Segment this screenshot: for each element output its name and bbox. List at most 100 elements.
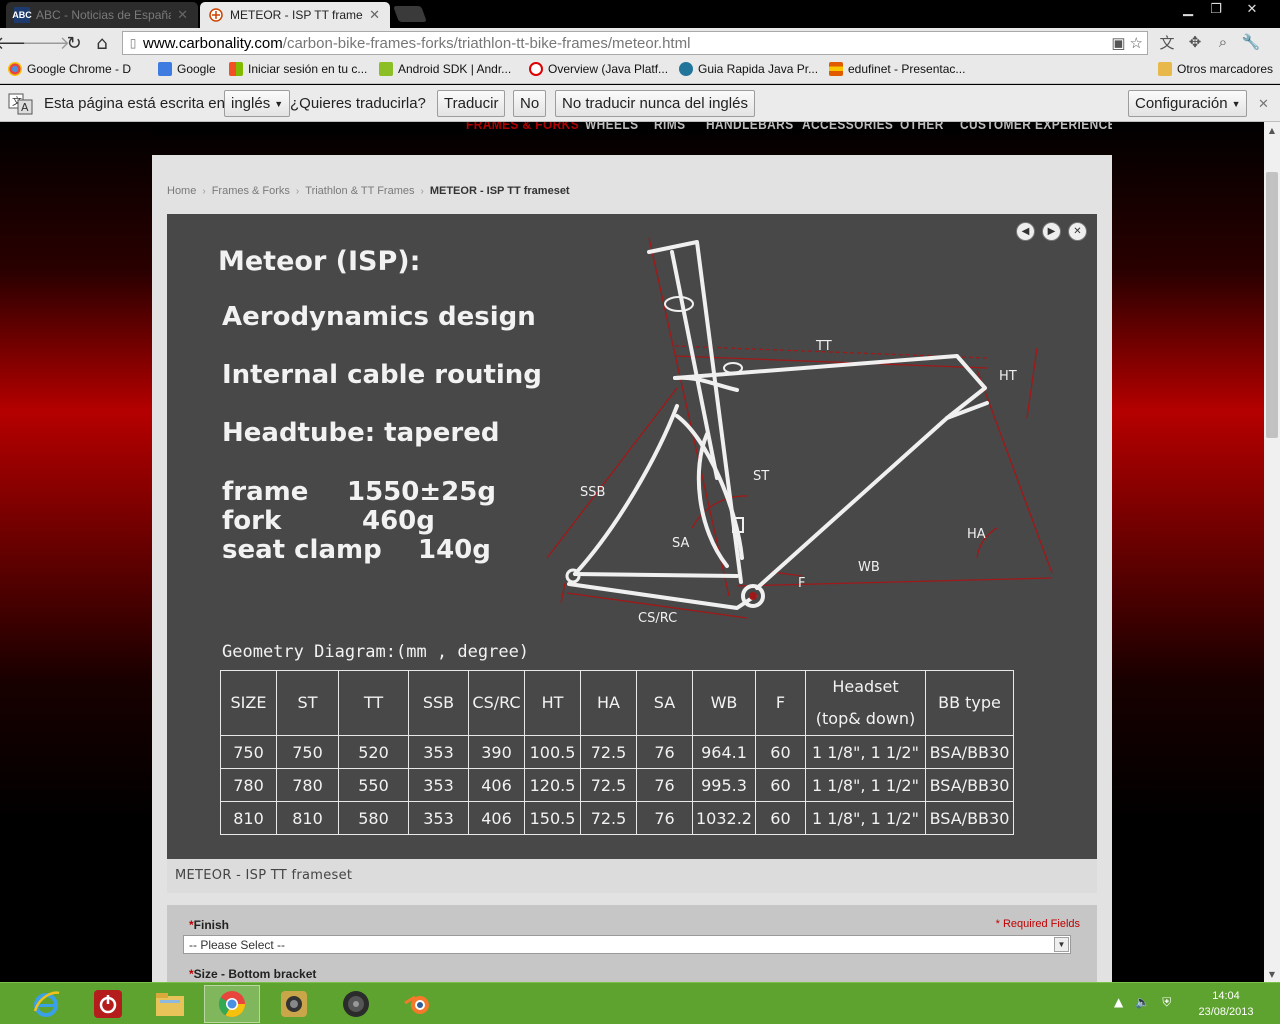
finish-select[interactable]: -- Please Select -- ▼ — [183, 935, 1071, 954]
bookmark-item[interactable]: Google Chrome - D — [8, 62, 131, 76]
search-icon[interactable]: ⌕ — [1212, 31, 1234, 53]
other-bookmarks[interactable]: Otros marcadores — [1158, 62, 1273, 76]
volume-icon[interactable]: 🔈 — [1135, 995, 1150, 1010]
tab-abc[interactable]: ABC ABC - Noticias de España ✕ — [6, 2, 198, 28]
no-translate-button[interactable]: No — [513, 90, 547, 117]
scroll-up-icon[interactable]: ▲ — [1264, 122, 1280, 138]
microsoft-icon — [229, 62, 243, 76]
bookmark-item[interactable]: Overview (Java Platf... — [529, 62, 668, 76]
translate-icon[interactable]: 文 — [1156, 31, 1178, 53]
nav-other[interactable]: OTHER — [900, 122, 944, 132]
breadcrumb-triathlon[interactable]: Triathlon & TT Frames — [305, 185, 414, 197]
reload-icon[interactable]: ↻ — [60, 30, 88, 56]
bookmark-item[interactable]: Google — [158, 62, 216, 76]
webcam-app-icon[interactable] — [266, 985, 322, 1023]
nav-frames-forks[interactable]: FRAMES & FORKS — [466, 122, 579, 132]
translate-prefix: Esta página está escrita en — [44, 95, 225, 112]
geometry-title: Geometry Diagram:(mm , degree) — [222, 642, 530, 662]
col-wb: WB — [692, 670, 756, 736]
language-select[interactable]: inglés ▼ — [224, 90, 291, 117]
col-csrc: CS/RC — [468, 670, 525, 736]
extension-shield-icon[interactable]: ▣ — [1111, 34, 1125, 52]
finish-label: *Finish — [189, 918, 230, 932]
tab-close-icon[interactable]: ✕ — [177, 7, 188, 23]
table-row: 780 780 550 353 406 120.5 72.5 76 995.3 60 1 1/8",… — [220, 768, 1014, 802]
show-hidden-icons-icon[interactable]: ▲ — [1114, 995, 1123, 1010]
table-header-row: SIZE ST TT SSB CS/RC HT HA SA WB F Heads… — [220, 670, 1014, 736]
product-options-form: *Finish * Required Fields -- Please Sele… — [167, 905, 1097, 982]
site-favicon-icon — [208, 7, 224, 23]
feature-aero: Aerodynamics design — [222, 302, 536, 332]
nav-accessories[interactable]: ACCESSORIES — [802, 122, 893, 132]
tab-meteor[interactable]: METEOR - ISP TT frameset ✕ — [200, 2, 390, 28]
translate-settings-button[interactable]: Configuración ▼ — [1128, 90, 1248, 117]
breadcrumb-home[interactable]: Home — [167, 185, 196, 197]
nav-customer-experience[interactable]: CUSTOMER EXPERIENCE — [960, 122, 1112, 132]
label-ha: HA — [967, 527, 986, 542]
col-tt: TT — [338, 670, 409, 736]
blender-icon[interactable] — [390, 985, 446, 1023]
nav-handlebars[interactable]: HANDLEBARS — [706, 122, 794, 132]
internet-explorer-icon[interactable] — [18, 985, 74, 1023]
required-fields-note: * Required Fields — [995, 918, 1080, 930]
url-path: /carbon-bike-frames-forks/triathlon-tt-b… — [282, 34, 691, 52]
security-shield-icon[interactable]: ⛨ — [1162, 995, 1171, 1010]
label-sa: SA — [672, 536, 689, 551]
never-translate-button[interactable]: No traducir nunca del inglés — [555, 90, 755, 117]
bookmark-item[interactable]: Android SDK | Andr... — [379, 62, 511, 76]
abc-favicon-icon: ABC — [12, 7, 32, 23]
geometry-table: SIZE ST TT SSB CS/RC HT HA SA WB F Heads… — [220, 670, 1014, 835]
nav-rims[interactable]: RIMS — [654, 122, 685, 132]
bookmark-item[interactable]: Guia Rapida Java Pr... — [679, 62, 818, 76]
menu-wrench-icon[interactable]: 🔧 — [1240, 31, 1262, 53]
home-icon[interactable]: ⌂ — [88, 30, 116, 56]
edufinet-icon — [829, 62, 843, 76]
speaker-app-icon[interactable] — [328, 985, 384, 1023]
col-bb-type: BB type — [924, 670, 1014, 736]
col-sa: SA — [636, 670, 693, 736]
chrome-icon — [8, 62, 22, 76]
svg-text:A: A — [21, 101, 29, 114]
address-bar[interactable]: ▯ www.carbonality.com/carbon-bike-frames… — [122, 31, 1148, 55]
close-window-icon[interactable]: ✕ — [1230, 0, 1274, 18]
translate-infobar: 文A Esta página está escrita en inglés ▼ ¿… — [0, 85, 1280, 122]
browser-toolbar: 🡐 🡒 ↻ ⌂ ▯ www.carbonality.com/carbon-bik… — [0, 28, 1280, 58]
restore-icon[interactable]: ❐ — [1202, 0, 1230, 18]
taskbar-clock[interactable]: 14:04 23/08/2013 — [1195, 988, 1257, 1020]
breadcrumb-frames-forks[interactable]: Frames & Forks — [212, 185, 290, 197]
col-st: ST — [276, 670, 339, 736]
bookmark-item[interactable]: Iniciar sesión en tu c... — [229, 62, 367, 76]
label-ssb: SSB — [580, 485, 605, 500]
scroll-down-icon[interactable]: ▼ — [1264, 966, 1280, 982]
forward-arrow-icon[interactable]: 🡒 — [22, 30, 70, 56]
power-app-icon[interactable] — [80, 985, 136, 1023]
col-ssb: SSB — [408, 670, 469, 736]
wordpress-icon — [679, 62, 693, 76]
breadcrumb-separator-icon: › — [295, 185, 300, 197]
extension-icon[interactable]: ✥ — [1184, 31, 1206, 53]
nav-wheels[interactable]: WHEELS — [585, 122, 638, 132]
minimize-icon[interactable]: ▁ — [1174, 0, 1202, 18]
size-bottom-bracket-label: *Size - Bottom bracket — [189, 967, 317, 981]
web-page: FRAMES & FORKS WHEELS RIMS HANDLEBARS AC… — [0, 122, 1264, 982]
scroll-thumb[interactable] — [1266, 172, 1278, 438]
close-infobar-icon[interactable]: ✕ — [1258, 90, 1269, 117]
tab-close-icon[interactable]: ✕ — [369, 7, 380, 23]
bookmark-item[interactable]: edufinet - Presentac... — [829, 62, 965, 76]
col-f: F — [754, 670, 806, 736]
bookmark-star-icon[interactable]: ☆ — [1130, 34, 1143, 52]
translate-button[interactable]: Traducir — [437, 90, 506, 117]
window-controls: ▁ ❐ ✕ — [1174, 0, 1274, 18]
image-caption: METEOR - ISP TT frameset — [167, 859, 1097, 893]
col-size: SIZE — [220, 670, 277, 736]
col-ha: HA — [580, 670, 637, 736]
dropdown-arrow-icon: ▼ — [274, 98, 284, 109]
table-row: 750 750 520 353 390 100.5 72.5 76 964.1 60 1 1/8",… — [220, 735, 1014, 769]
url-host: www.carbonality.com — [143, 34, 283, 52]
page-scrollbar[interactable]: ▲ ▼ — [1264, 122, 1280, 982]
file-explorer-icon[interactable] — [142, 985, 198, 1023]
chrome-taskbar-icon[interactable] — [204, 985, 260, 1023]
new-tab-button[interactable] — [393, 6, 427, 22]
tab-strip: ABC ABC - Noticias de España ✕ METEOR - … — [0, 0, 1280, 28]
label-wb: WB — [858, 560, 880, 575]
